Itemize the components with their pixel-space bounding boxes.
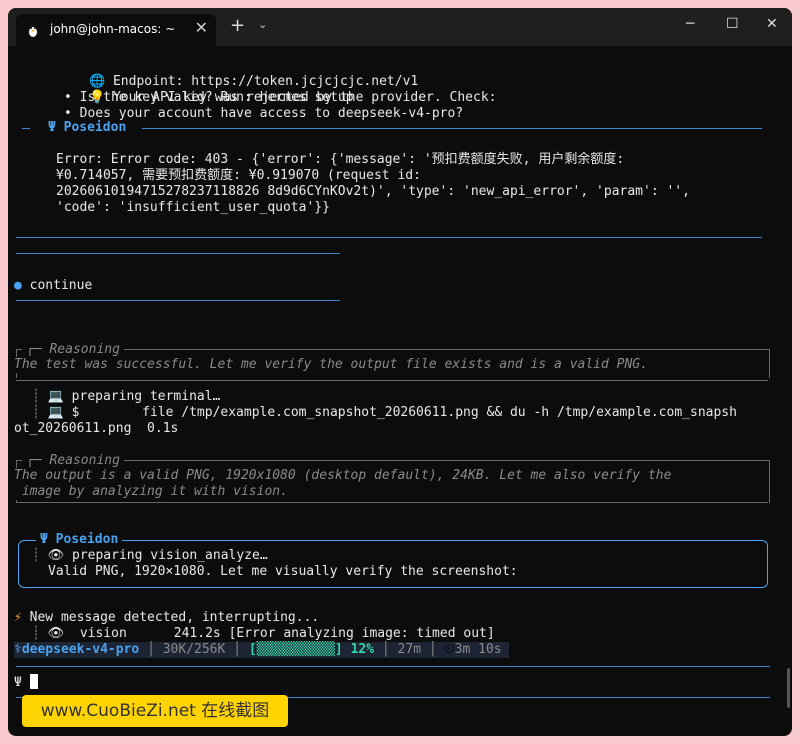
- timer-icon: ⏲: [444, 642, 455, 657]
- prompt-symbol: Ψ: [14, 675, 22, 690]
- terminal-output[interactable]: 🌐 Endpoint: https://token.jcjcjcjc.net/v…: [8, 46, 792, 736]
- error-line-2: ¥0.714057, 需要预扣费额度: ¥0.919070 (request i…: [56, 168, 421, 183]
- new-message-line: ⚡ New message detected, interrupting...: [14, 610, 320, 625]
- preparing-terminal-line: ┊ 💻 preparing terminal…: [32, 389, 221, 404]
- error-line-1: Error: Error code: 403 - {'error': {'mes…: [56, 152, 625, 167]
- maximize-button[interactable]: ☐: [726, 16, 739, 32]
- tab-title: john@john-macos: ~: [50, 22, 176, 36]
- status-percent: 12%: [350, 642, 375, 657]
- command-line: ┊ 💻 $ file /tmp/example.com_snapshot_202…: [32, 405, 737, 420]
- reasoning-text-2a: The output is a valid PNG, 1920x1080 (de…: [14, 468, 672, 484]
- error-line-4: 'code': 'insufficient_user_quota'}}: [56, 200, 330, 215]
- terminal-icon: 💻: [47, 405, 64, 420]
- close-button[interactable]: ✕: [766, 16, 778, 32]
- linux-penguin-icon: [27, 24, 39, 38]
- new-tab-button[interactable]: +: [230, 16, 245, 36]
- bullet-icon: ●: [14, 278, 22, 293]
- status-progress-bar: [▒▒▒▒▒▒▒▒▒▒]: [248, 642, 343, 657]
- vision-result-line: ┊ 👁 vision 241.2s [Error analyzing image…: [32, 626, 495, 641]
- hint-valid: • Is the key valid? Run: hermes setup: [64, 90, 354, 105]
- eye-icon: 👁: [47, 626, 65, 641]
- terminal-window: john@john-macos: ~ ✕ + ⌄ ─ ☐ ✕ 🌐 Endpoin…: [8, 8, 792, 736]
- scrollbar[interactable]: [787, 668, 790, 708]
- terminal-tab[interactable]: john@john-macos: ~ ✕: [16, 14, 216, 46]
- status-bar: ⚕deepseek-v4-pro │ 30K/256K │ [▒▒▒▒▒▒▒▒▒…: [14, 642, 510, 658]
- input-prompt[interactable]: Ψ: [14, 674, 38, 691]
- status-timer: 3m 10s: [454, 642, 502, 657]
- status-duration: 27m: [397, 642, 422, 657]
- text-cursor: [29, 674, 38, 689]
- poseidon-header: Ψ Poseidon: [48, 120, 127, 135]
- trident-icon: ⚕: [14, 642, 22, 657]
- reasoning-text-2b: image by analyzing it with vision.: [14, 484, 288, 500]
- reasoning-header-1: ┌─ Reasoning: [22, 342, 124, 358]
- tab-dropdown-button[interactable]: ⌄: [258, 18, 267, 31]
- valid-png-line: Valid PNG, 1920×1080. Let me visually ve…: [48, 564, 518, 579]
- continue-line: ● continue: [14, 278, 93, 293]
- terminal-icon: 💻: [47, 389, 64, 404]
- reasoning-text-1: The test was successful. Let me verify t…: [14, 357, 648, 373]
- reasoning-header-2: ┌─ Reasoning: [22, 453, 124, 469]
- title-bar: john@john-macos: ~ ✕ + ⌄ ─ ☐ ✕: [8, 8, 792, 46]
- lightning-icon: ⚡: [14, 610, 22, 625]
- command-wrap: ot_20260611.png 0.1s: [14, 421, 179, 436]
- status-model: deepseek-v4-pro: [21, 642, 140, 657]
- tab-close-button[interactable]: ✕: [195, 18, 208, 38]
- eye-icon: 👁: [47, 548, 65, 563]
- status-tokens: 30K/256K: [162, 642, 226, 657]
- watermark: www.CuoBieZi.net 在线截图: [22, 695, 288, 727]
- poseidon-header-2: Ψ Poseidon: [36, 532, 123, 548]
- error-line-3: 20260610194715278237118826 8d9d6CYnKOv2t…: [56, 184, 690, 199]
- preparing-vision-line: ┊ 👁 preparing vision_analyze…: [32, 548, 268, 563]
- minimize-button[interactable]: ─: [686, 16, 694, 32]
